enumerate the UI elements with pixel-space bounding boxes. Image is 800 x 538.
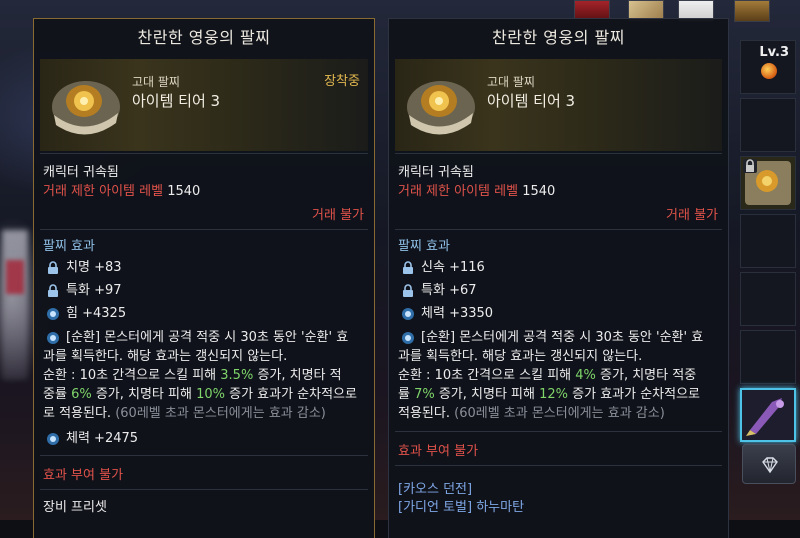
stat-value: +67 [449, 283, 477, 298]
divider [395, 153, 722, 154]
no-enchant-text: 효과 부여 불가 [43, 468, 124, 483]
level-line: 거래 제한 아이템 레벨 1540 [43, 183, 200, 201]
stat-name: 체력 [421, 306, 445, 321]
stat-value: +3350 [449, 306, 494, 321]
stat-value: +116 [449, 260, 485, 275]
no-enchant-text: 효과 부여 불가 [398, 444, 479, 459]
scene-light-pillar [2, 230, 28, 380]
divider [40, 229, 368, 230]
stat-value: +4325 [82, 306, 127, 321]
item-title: 찬란한 영웅의 팔찌 [137, 28, 271, 47]
gem-icon [762, 457, 778, 474]
equipped-badge: 장착중 [324, 74, 360, 89]
tooltip-equipped: 찬란한 영웅의 팔찌 고대 팔찌 아이템 티어 3 장착중 캐릭터 귀속됨 거래… [33, 18, 375, 538]
item-category: 고대 팔찌 [132, 75, 180, 89]
effect-line: 적용된다. (60레벨 초과 몬스터에게는 효과 감소) [398, 406, 665, 421]
equipment-preset: 장비 프리셋 [43, 500, 107, 515]
effect-line: 과를 획득한다. 해당 효과는 갱신되지 않는다. [398, 349, 643, 364]
effect-header: 팔찌 효과 [43, 239, 95, 254]
bound-text: 캐릭터 귀속됨 [43, 165, 119, 180]
circle-gem-icon [47, 332, 59, 344]
divider [395, 431, 722, 432]
item-header: 고대 팔찌 아이템 티어 3 [395, 59, 722, 151]
stat-line: 신속 +116 [421, 259, 485, 277]
stat-name: 특화 [421, 283, 445, 298]
inventory-slot[interactable] [740, 272, 796, 326]
circle-gem-icon [402, 308, 414, 320]
gem-button[interactable] [742, 444, 796, 484]
divider [395, 465, 722, 466]
divider [40, 489, 368, 490]
stat-line: 치명 +83 [66, 259, 122, 277]
source-link[interactable]: [카오스 던전] [398, 481, 472, 499]
effect-line: 순환 : 10초 간격으로 스킬 피해 3.5% 증가, 치명타 적 [43, 368, 342, 383]
circle-gem-icon [402, 332, 414, 344]
effect-line: 순환 : 10초 간격으로 스킬 피해 4% 증가, 치명타 적중 [398, 368, 697, 383]
bracelet-icon [743, 159, 791, 205]
extra-stat: 체력 +2475 [66, 431, 139, 446]
bound-text: 캐릭터 귀속됨 [398, 165, 474, 180]
tooltip-compare: 찬란한 영웅의 팔찌 고대 팔찌 아이템 티어 3 캐릭터 귀속됨 거래 제한 … [388, 18, 729, 538]
level-value: 1540 [522, 184, 556, 199]
level-value: 1540 [167, 184, 201, 199]
bracelet-icon [52, 81, 120, 135]
effect-line: 과를 획득한다. 해당 효과는 갱신되지 않는다. [43, 349, 288, 364]
circle-gem-icon [47, 433, 59, 445]
effect-line: [순환] 몬스터에게 공격 적중 시 30초 동안 '순환' 효 [66, 330, 349, 345]
stat-line: 체력 +3350 [421, 305, 493, 323]
lock-icon [403, 261, 413, 274]
no-trade-text: 거래 불가 [666, 208, 718, 223]
circle-gem-icon [47, 308, 59, 320]
stat-line: 특화 +67 [421, 282, 477, 300]
item-header: 고대 팔찌 아이템 티어 3 장착중 [40, 59, 368, 151]
stat-value: +97 [94, 283, 122, 298]
lock-icon [48, 261, 58, 274]
source-link[interactable]: [가디언 토벌] 하누마탄 [398, 499, 524, 517]
orb-icon [761, 63, 777, 79]
stat-value: +83 [94, 260, 122, 275]
inventory-slot-selected[interactable] [740, 388, 796, 442]
stat-name: 특화 [66, 283, 90, 298]
stat-name: 치명 [66, 260, 90, 275]
bracelet-icon [407, 81, 475, 135]
inventory-slot[interactable] [740, 98, 796, 152]
stat-name: 신속 [421, 260, 445, 275]
divider [40, 153, 368, 154]
level-line: 거래 제한 아이템 레벨 1540 [398, 183, 555, 201]
stat-line: 힘 +4325 [66, 305, 126, 323]
inventory-slot[interactable] [740, 330, 796, 384]
effect-line: [순환] 몬스터에게 공격 적중 시 30초 동안 '순환' 효 [421, 330, 704, 345]
item-category: 고대 팔찌 [487, 75, 535, 89]
inventory-slot[interactable] [740, 214, 796, 268]
item-tier: 아이템 티어 3 [487, 92, 576, 110]
lock-icon [403, 284, 413, 297]
inventory-slot[interactable]: Lv.3 [740, 40, 796, 94]
effect-line: 로 적용된다. (60레벨 초과 몬스터에게는 효과 감소) [43, 406, 326, 421]
stat-name: 힘 [66, 306, 78, 321]
level-badge: Lv.3 [759, 45, 789, 60]
level-label: 거래 제한 아이템 레벨 [43, 184, 164, 199]
effect-line: 중률 6% 증가, 치명타 피해 10% 증가 효과가 순차적으로 [43, 387, 357, 402]
lock-icon [48, 284, 58, 297]
inventory-slot-bracelet[interactable] [740, 156, 796, 210]
no-trade-text: 거래 불가 [312, 208, 364, 223]
item-title: 찬란한 영웅의 팔찌 [492, 28, 625, 47]
inventory-column: Lv.3 [738, 0, 800, 520]
level-label: 거래 제한 아이템 레벨 [398, 184, 519, 199]
item-tier: 아이템 티어 3 [132, 92, 221, 110]
weapon-icon [746, 398, 784, 436]
divider [395, 229, 722, 230]
stat-line: 특화 +97 [66, 282, 122, 300]
effect-line: 률 7% 증가, 치명타 피해 12% 증가 효과가 순차적으로 [398, 387, 701, 402]
effect-header: 팔찌 효과 [398, 239, 450, 254]
divider [40, 455, 368, 456]
scene-red-glow [6, 260, 24, 294]
